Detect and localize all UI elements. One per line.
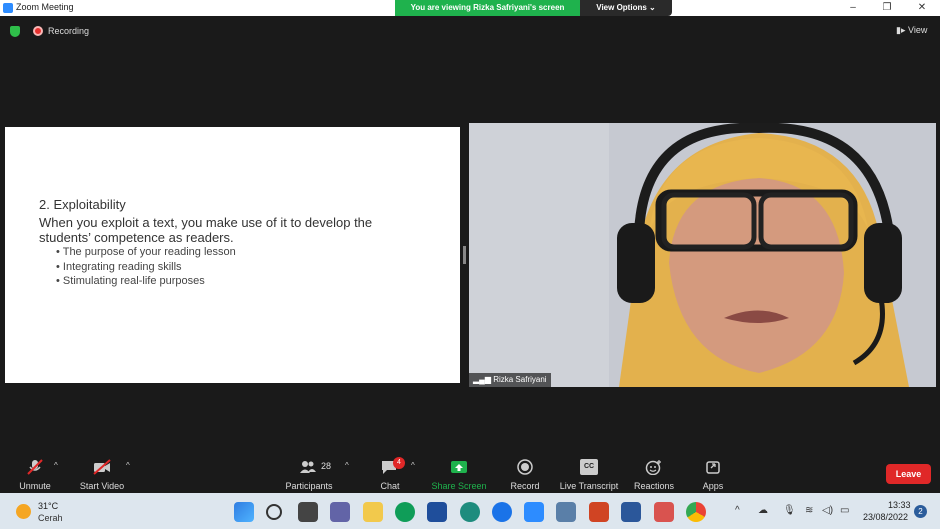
teams-chat-icon[interactable] xyxy=(330,502,350,522)
unmute-label: Unmute xyxy=(19,481,51,491)
start-video-label: Start Video xyxy=(79,481,125,491)
weather-temperature[interactable]: 31°C xyxy=(38,501,58,511)
participants-chevron-icon[interactable]: ^ xyxy=(345,461,349,470)
record-icon xyxy=(517,459,533,475)
maximize-button[interactable]: ❐ xyxy=(877,1,897,15)
word-icon[interactable] xyxy=(621,502,641,522)
record-button[interactable]: Record xyxy=(490,457,560,493)
microphone-icon[interactable]: 🎙 xyxy=(783,505,796,516)
task-view-icon[interactable] xyxy=(298,502,318,522)
slide-bullet: • Integrating reading skills xyxy=(56,261,182,273)
participants-label: Participants xyxy=(285,481,333,491)
clock-date[interactable]: 23/08/2022 xyxy=(863,512,908,522)
live-transcript-label: Live Transcript xyxy=(559,481,619,491)
minimize-button[interactable]: – xyxy=(843,1,863,15)
audio-options-chevron-icon[interactable]: ^ xyxy=(54,461,58,470)
share-screen-label: Share Screen xyxy=(431,481,487,491)
weather-sun-icon[interactable] xyxy=(16,504,31,519)
powerpoint-icon[interactable] xyxy=(589,502,609,522)
chat-badge: 4 xyxy=(393,457,405,469)
microphone-muted-icon xyxy=(27,459,43,475)
leave-button[interactable]: Leave xyxy=(886,464,931,484)
snipping-tool-icon[interactable] xyxy=(654,502,674,522)
participants-button[interactable]: 28 Participants xyxy=(274,457,344,493)
apps-button[interactable]: Apps xyxy=(678,457,748,493)
participant-video-image xyxy=(469,123,936,387)
chrome-icon[interactable] xyxy=(686,502,706,522)
reactions-icon xyxy=(645,460,661,475)
participant-name: Rizka Safriyani xyxy=(493,375,547,384)
video-options-chevron-icon[interactable]: ^ xyxy=(126,461,130,470)
slide-heading: 2. Exploitability xyxy=(39,197,126,212)
window-title: Zoom Meeting xyxy=(16,2,74,12)
edge-browser-icon[interactable] xyxy=(395,502,415,522)
cc-icon: CC xyxy=(580,459,598,475)
record-label: Record xyxy=(510,481,540,491)
apps-label: Apps xyxy=(702,481,724,491)
participant-video xyxy=(469,123,936,387)
app-icon[interactable] xyxy=(460,502,480,522)
battery-icon[interactable]: ▭ xyxy=(840,505,849,516)
recording-icon xyxy=(33,26,43,36)
notification-badge[interactable]: 2 xyxy=(914,505,927,518)
cloud-icon[interactable]: ☁ xyxy=(758,505,768,516)
unmute-button[interactable]: Unmute xyxy=(0,457,70,493)
view-icon: ▮▸ xyxy=(896,25,906,35)
search-icon[interactable] xyxy=(266,504,282,520)
splitter-handle[interactable] xyxy=(463,246,466,264)
slide-bullet: • The purpose of your reading lesson xyxy=(56,246,236,258)
viewing-screen-banner: You are viewing Rizka Safriyani's screen xyxy=(395,0,580,16)
live-transcript-button[interactable]: CC Live Transcript xyxy=(554,457,624,493)
close-button[interactable]: ✕ xyxy=(912,1,932,15)
weather-condition[interactable]: Cerah xyxy=(38,513,63,523)
view-options-button[interactable]: View Options ⌄ xyxy=(580,0,672,16)
chat-label: Chat xyxy=(380,481,400,491)
view-label: View xyxy=(908,25,928,35)
volume-icon[interactable]: ◁) xyxy=(822,505,833,516)
apps-icon xyxy=(706,461,720,474)
file-explorer-icon[interactable] xyxy=(363,502,383,522)
slide-body: When you exploit a text, you make use of… xyxy=(39,215,373,245)
show-hidden-icons-chevron-icon[interactable]: ^ xyxy=(735,505,740,516)
participants-count: 28 xyxy=(321,461,332,471)
microsoft-store-icon[interactable] xyxy=(427,502,447,522)
video-off-icon xyxy=(93,459,111,475)
participants-icon xyxy=(300,461,316,473)
shared-screen: 2. Exploitability When you exploit a tex… xyxy=(5,127,460,383)
chat-chevron-icon[interactable]: ^ xyxy=(411,461,415,470)
slide-bullet: • Stimulating real-life purposes xyxy=(56,275,205,287)
zoom-app-icon xyxy=(3,3,13,13)
wifi-icon[interactable]: ≋ xyxy=(805,505,813,516)
recording-label: Recording xyxy=(48,26,90,36)
share-screen-button[interactable]: Share Screen xyxy=(424,457,494,493)
clock-time[interactable]: 13:33 xyxy=(888,500,911,510)
notepad-icon[interactable] xyxy=(556,502,576,522)
share-screen-icon xyxy=(451,461,467,473)
signal-icon: ▂▄▆ xyxy=(473,375,494,384)
help-icon[interactable] xyxy=(492,502,512,522)
participant-name-tag: ▂▄▆ Rizka Safriyani xyxy=(469,373,551,387)
shield-icon[interactable] xyxy=(10,26,20,37)
view-button[interactable]: ▮▸ View xyxy=(896,25,927,36)
zoom-taskbar-icon[interactable] xyxy=(524,502,544,522)
windows-start-icon[interactable] xyxy=(234,502,254,522)
